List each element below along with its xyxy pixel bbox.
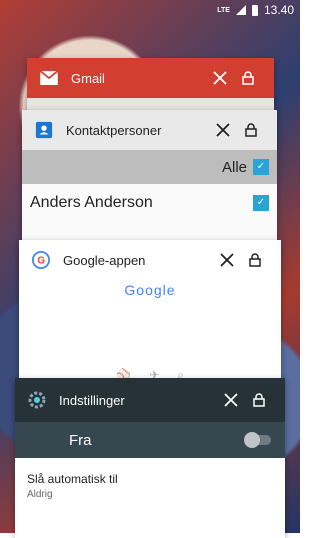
lock-icon (249, 253, 261, 267)
close-icon (224, 393, 238, 407)
card-title: Indstillinger (59, 392, 125, 408)
status-bar: LTE 13.40 (0, 0, 300, 20)
toggle-label: Fra (69, 431, 92, 449)
close-button[interactable] (206, 64, 234, 92)
clock: 13.40 (263, 3, 294, 17)
google-g-icon: G (31, 250, 51, 270)
lock-icon (245, 123, 257, 137)
pref-summary: Aldrig (27, 489, 53, 500)
close-button[interactable] (213, 246, 241, 274)
card-header: Indstillinger (15, 378, 285, 422)
filter-band: Alle ✓ (22, 150, 277, 184)
lock-icon (242, 71, 254, 85)
close-button[interactable] (217, 386, 245, 414)
filter-label: Alle (221, 158, 247, 176)
lock-button[interactable] (237, 116, 265, 144)
card-title: Kontaktpersoner (66, 122, 162, 138)
lock-icon (253, 393, 265, 407)
lock-button[interactable] (241, 246, 269, 274)
close-icon (220, 253, 234, 267)
select-all-checkbox[interactable]: ✓ (253, 159, 269, 175)
preference-item[interactable]: Slå automatisk til Aldrig (15, 458, 285, 514)
network-type: LTE (217, 6, 230, 14)
card-header: Gmail (27, 58, 274, 98)
pref-title: Slå automatisk til (27, 472, 118, 486)
lock-button[interactable] (234, 64, 262, 92)
card-title: Gmail (71, 70, 105, 86)
settings-icon (27, 390, 47, 410)
close-button[interactable] (209, 116, 237, 144)
list-item[interactable]: Anders Anderson ✓ (22, 184, 277, 222)
contacts-icon (34, 120, 54, 140)
google-logo: Google (124, 282, 176, 298)
contact-checkbox[interactable]: ✓ (253, 195, 269, 211)
battery-icon (251, 4, 258, 16)
signal-icon (235, 5, 246, 15)
recent-card-settings[interactable]: Indstillinger Fra Slå automatisk til Ald… (15, 378, 285, 538)
contact-name: Anders Anderson (30, 194, 153, 211)
close-icon (213, 71, 227, 85)
card-header: Kontaktpersoner (22, 110, 277, 150)
lock-button[interactable] (245, 386, 273, 414)
card-header: G Google-appen (19, 240, 281, 280)
close-icon (216, 123, 230, 137)
gmail-icon (39, 68, 59, 88)
master-switch[interactable] (244, 432, 271, 448)
master-toggle-row[interactable]: Fra (15, 422, 285, 458)
svg-text:G: G (37, 256, 45, 267)
card-title: Google-appen (63, 252, 146, 268)
